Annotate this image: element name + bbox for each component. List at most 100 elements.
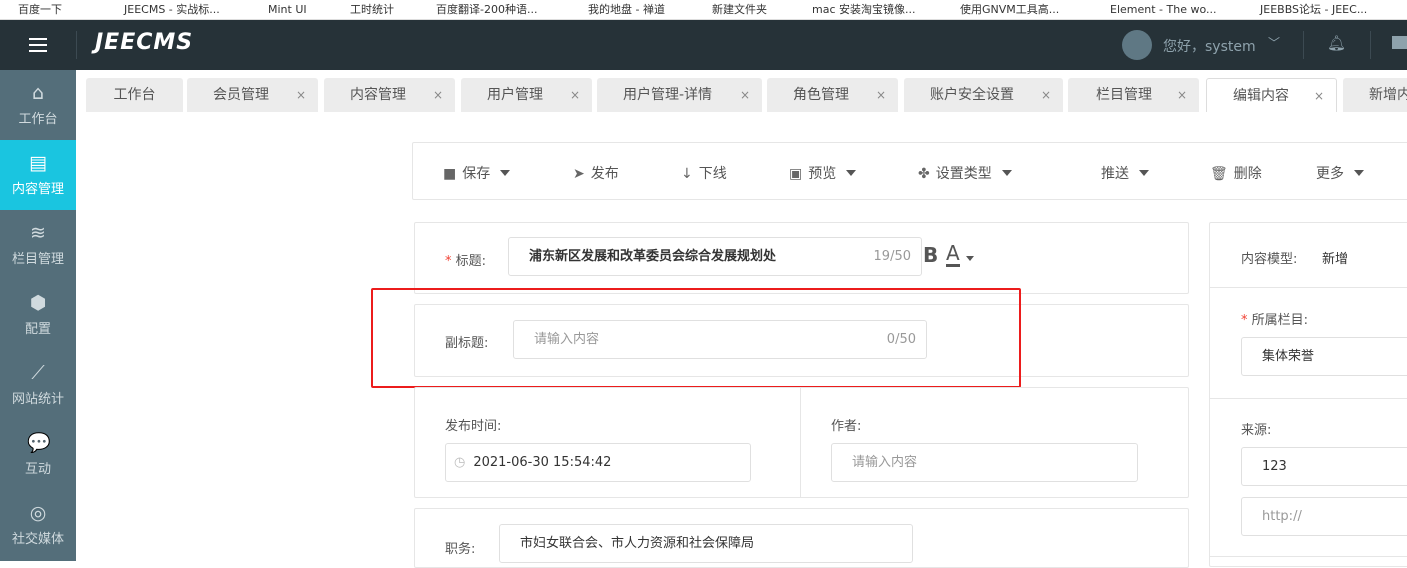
sidebar-item-label: 内容管理 [11, 182, 64, 197]
more-button[interactable]: 更多 [1316, 163, 1364, 183]
close-icon[interactable]: × [1314, 79, 1324, 113]
close-icon[interactable]: × [876, 78, 886, 112]
publish-time-input[interactable]: ◷ 2021-06-30 15:54:42 [445, 443, 751, 482]
font-color-button[interactable]: A [946, 242, 960, 267]
bookmark[interactable]: 使用GNVM工具高... [960, 3, 1059, 16]
menu-icon[interactable] [29, 38, 47, 40]
sidebar: ⌂ 工作台 ▤ 内容管理 ≋ 栏目管理 ⬢ 配置 ⟋ 网站统计 💬 互动 ◎ 社交媒体 [0, 70, 76, 561]
tab-workbench[interactable]: 工作台 [86, 78, 183, 112]
tab-edit-content[interactable]: 编辑内容 × [1206, 78, 1337, 112]
publish-button[interactable]: ➤ 发布 [573, 163, 619, 183]
highlight-box [371, 288, 1021, 388]
tab-content[interactable]: 内容管理 × [324, 78, 455, 112]
grid-icon: ✤ [918, 166, 930, 182]
bookmark[interactable]: mac 安装淘宝镜像... [812, 3, 916, 16]
publish-time-label: 发布时间: [445, 419, 502, 434]
bookmark[interactable]: Element - The wo... [1110, 3, 1216, 16]
sidebar-item-label: 网站统计 [11, 392, 64, 407]
title-input[interactable]: 浦东新区发展和改革委员会综合发展规划处 19/50 [508, 237, 922, 276]
sidebar-item-social[interactable]: ◎ 社交媒体 [0, 490, 76, 560]
sidebar-item-interaction[interactable]: 💬 互动 [0, 420, 76, 490]
tab-account-security[interactable]: 账户安全设置 × [904, 78, 1063, 112]
sidebar-item-label: 工作台 [18, 112, 58, 127]
sidebar-item-config[interactable]: ⬢ 配置 [0, 280, 76, 350]
set-type-button[interactable]: ✤ 设置类型 [918, 163, 1012, 183]
clock-icon: ◷ [454, 455, 466, 470]
close-icon[interactable]: × [1177, 78, 1187, 112]
channel-label: * 所属栏目: [1241, 313, 1309, 328]
job-label: 职务: [445, 542, 476, 557]
bookmark[interactable]: 百度翻译-200种语... [436, 3, 537, 16]
tab-roles[interactable]: 角色管理 × [767, 78, 898, 112]
avatar[interactable] [1122, 30, 1152, 60]
sidebar-item-workbench[interactable]: ⌂ 工作台 [0, 70, 76, 140]
tab-members[interactable]: 会员管理 × [187, 78, 318, 112]
tab-add-content[interactable]: 新增内 [1343, 78, 1407, 112]
save-icon: ■ [443, 166, 457, 182]
arrow-down-icon: ↓ [681, 166, 693, 182]
time-author-card: 发布时间: ◷ 2021-06-30 15:54:42 作者: 请输入内容 [414, 387, 1189, 498]
bookmark[interactable]: 工时统计 [350, 3, 394, 16]
close-icon[interactable]: × [433, 78, 443, 112]
sidebar-item-label: 互动 [24, 462, 51, 477]
title-card: * 标题: 浦东新区发展和改革委员会综合发展规划处 19/50 B A [414, 222, 1189, 294]
tab-user-detail[interactable]: 用户管理-详情 × [597, 78, 762, 112]
title-label: * 标题: [445, 254, 487, 269]
trash-icon: 🗑︎ [1210, 166, 1228, 182]
source-input[interactable]: 123 [1241, 447, 1407, 486]
bell-icon[interactable]: 🔔︎ [1327, 34, 1346, 52]
chevron-down-icon[interactable]: ﹀ [1268, 34, 1280, 51]
bookmarks-bar: 百度一下 JEECMS - 实战标... Mint UI 工时统计 百度翻译-2… [0, 0, 1407, 20]
bookmark[interactable]: JEECMS - 实战标... [124, 3, 220, 16]
tab-users[interactable]: 用户管理 × [461, 78, 592, 112]
top-header: JEECMS 您好，system ﹀ 🔔︎ [0, 20, 1407, 70]
cube-icon: ⬢ [29, 292, 47, 314]
right-panel: 内容模型: 新增 * 所属栏目: 集体荣誉 来源: 123 http:// [1209, 222, 1407, 567]
channel-select[interactable]: 集体荣誉 [1241, 337, 1407, 376]
caret-down-icon [1001, 170, 1012, 181]
preview-icon: ▣ [789, 166, 803, 182]
sidebar-item-content[interactable]: ▤ 内容管理 [0, 140, 76, 210]
preview-button[interactable]: ▣ 预览 [789, 163, 857, 183]
caret-down-icon [500, 170, 511, 181]
action-toolbar: ■ 保存 ➤ 发布 ↓ 下线 ▣ 预览 ✤ 设置类型 推送 🗑︎ 删除 更多 [412, 142, 1407, 200]
job-input[interactable]: 市妇女联合会、市人力资源和社会保障局 [499, 524, 913, 563]
content-model-label: 内容模型: [1241, 252, 1298, 267]
divider [1303, 31, 1304, 59]
home-icon: ⌂ [31, 82, 45, 104]
sidebar-item-label: 配置 [24, 322, 51, 337]
close-icon[interactable]: × [1041, 78, 1051, 112]
delete-button[interactable]: 🗑︎ 删除 [1210, 163, 1262, 183]
bookmark[interactable]: JEEBBS论坛 - JEEC... [1260, 3, 1367, 16]
caret-down-icon[interactable] [966, 256, 974, 265]
push-button[interactable]: 推送 [1101, 163, 1149, 183]
bookmark[interactable]: 我的地盘 - 禅道 [588, 3, 665, 16]
sidebar-item-channel[interactable]: ≋ 栏目管理 [0, 210, 76, 280]
user-greeting[interactable]: 您好，system [1163, 36, 1256, 56]
bookmark[interactable]: 百度一下 [18, 3, 62, 16]
tab-channel[interactable]: 栏目管理 × [1068, 78, 1199, 112]
bookmark[interactable]: Mint UI [268, 3, 307, 16]
line-chart-icon: ⟋ [31, 362, 45, 384]
divider [1370, 31, 1371, 59]
char-count: 19/50 [873, 249, 911, 264]
logo: JEECMS [95, 30, 194, 55]
bookmark[interactable]: 新建文件夹 [712, 3, 767, 16]
close-icon[interactable]: × [740, 78, 750, 112]
chat-icon: 💬 [27, 432, 51, 454]
save-button[interactable]: ■ 保存 [443, 163, 511, 183]
source-url-input[interactable]: http:// [1241, 497, 1407, 536]
caret-down-icon [1354, 170, 1364, 181]
close-icon[interactable]: × [570, 78, 580, 112]
bold-button[interactable]: B [923, 243, 938, 267]
close-icon[interactable]: × [296, 78, 306, 112]
offline-button[interactable]: ↓ 下线 [681, 163, 727, 183]
caret-down-icon [846, 170, 857, 181]
sidebar-item-stats[interactable]: ⟋ 网站统计 [0, 350, 76, 420]
monitor-icon[interactable] [1392, 36, 1407, 49]
author-input[interactable]: 请输入内容 [831, 443, 1138, 482]
source-label: 来源: [1241, 423, 1272, 438]
divider [76, 31, 77, 59]
job-card: 职务: 市妇女联合会、市人力资源和社会保障局 [414, 508, 1189, 568]
divider [800, 388, 801, 497]
